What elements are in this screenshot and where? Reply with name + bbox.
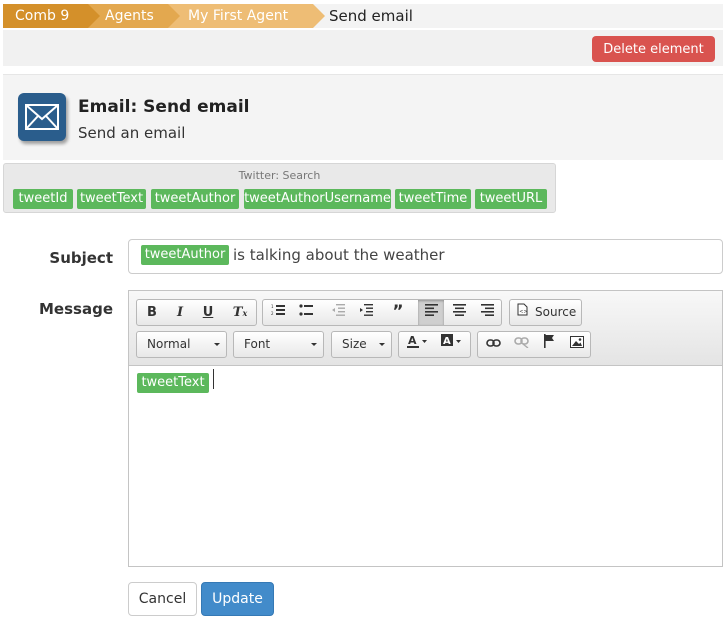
editor-content[interactable]: tweetText <box>129 367 722 566</box>
text-color-icon[interactable]: A <box>403 332 433 357</box>
svg-text:A: A <box>408 334 417 347</box>
subject-text: is talking about the weather <box>233 246 445 264</box>
align-center-icon[interactable] <box>446 300 472 325</box>
background-color-icon[interactable]: A <box>437 332 467 357</box>
element-subtitle: Send an email <box>78 124 186 142</box>
size-select-value: Size <box>342 337 367 351</box>
variable-tag[interactable]: tweetURL <box>475 189 547 209</box>
font-select[interactable]: Font <box>233 331 324 358</box>
image-icon[interactable] <box>564 332 590 357</box>
unlink-icon[interactable] <box>508 332 534 357</box>
element-title: Email: Send email <box>78 97 250 117</box>
variable-tag[interactable]: tweetAuthor <box>151 189 239 209</box>
increase-indent-icon[interactable] <box>353 300 379 325</box>
svg-text:1: 1 <box>271 304 274 309</box>
remove-format-icon[interactable]: Tx <box>227 300 253 325</box>
color-group: A A <box>398 331 471 358</box>
chevron-down-icon <box>379 343 385 346</box>
source-label: Source <box>535 305 577 319</box>
decrease-indent-icon[interactable] <box>325 300 351 325</box>
subject-field[interactable]: tweetAuthor is talking about the weather <box>128 239 723 274</box>
message-label: Message <box>39 300 113 318</box>
paragraph-group: 12 ” <box>262 299 502 326</box>
blockquote-icon[interactable]: ” <box>385 300 411 325</box>
variable-tag[interactable]: tweetId <box>13 189 73 209</box>
delete-element-button[interactable]: Delete element <box>592 36 715 62</box>
chevron-down-icon <box>311 343 317 346</box>
font-select-value: Font <box>244 337 271 351</box>
underline-icon[interactable]: U <box>195 300 221 325</box>
variables-panel: Twitter: Search tweetId tweetText tweetA… <box>3 163 556 213</box>
breadcrumb-item-comb[interactable]: Comb 9 <box>3 4 100 28</box>
align-left-icon[interactable] <box>418 300 444 325</box>
message-editor[interactable]: B I U Tx 12 ” <> Source Normal Font Size… <box>128 290 723 567</box>
svg-text:A: A <box>443 336 451 347</box>
subject-label: Subject <box>49 249 113 267</box>
text-cursor <box>213 369 214 389</box>
subject-variable-tag[interactable]: tweetAuthor <box>141 245 229 265</box>
italic-icon[interactable]: I <box>167 300 193 325</box>
size-select[interactable]: Size <box>331 331 392 358</box>
bold-icon[interactable]: B <box>139 300 165 325</box>
editor-toolbar: B I U Tx 12 ” <> Source Normal Font Size… <box>129 291 722 366</box>
bulleted-list-icon[interactable] <box>293 300 319 325</box>
numbered-list-icon[interactable]: 12 <box>265 300 291 325</box>
align-right-icon[interactable] <box>474 300 500 325</box>
insert-group <box>477 331 591 358</box>
breadcrumb: Comb 9 Agents My First Agent Send email <box>3 4 723 28</box>
variable-tag[interactable]: tweetTime <box>395 189 471 209</box>
variable-tag[interactable]: tweetText <box>77 189 146 209</box>
anchor-flag-icon[interactable] <box>536 332 562 357</box>
breadcrumb-current: Send email <box>329 7 413 25</box>
cancel-button[interactable]: Cancel <box>128 582 197 616</box>
format-select[interactable]: Normal <box>136 331 227 358</box>
variables-source: Twitter: Search <box>238 169 321 182</box>
variable-tag[interactable]: tweetAuthorUsername <box>244 189 391 209</box>
element-header: Email: Send email Send an email <box>3 74 723 160</box>
link-icon[interactable] <box>480 332 506 357</box>
message-variable-tag[interactable]: tweetText <box>137 373 209 393</box>
update-button[interactable]: Update <box>201 582 274 616</box>
source-button[interactable]: <> Source <box>509 299 582 326</box>
action-bar: Delete element <box>3 30 723 66</box>
basic-styles-group: B I U Tx <box>136 299 257 326</box>
chevron-down-icon <box>214 343 220 346</box>
breadcrumb-item-agents[interactable]: Agents <box>88 4 180 28</box>
envelope-icon <box>18 93 66 141</box>
svg-text:2: 2 <box>271 311 274 316</box>
breadcrumb-item-agent[interactable]: My First Agent <box>168 4 325 28</box>
format-select-value: Normal <box>147 337 191 351</box>
